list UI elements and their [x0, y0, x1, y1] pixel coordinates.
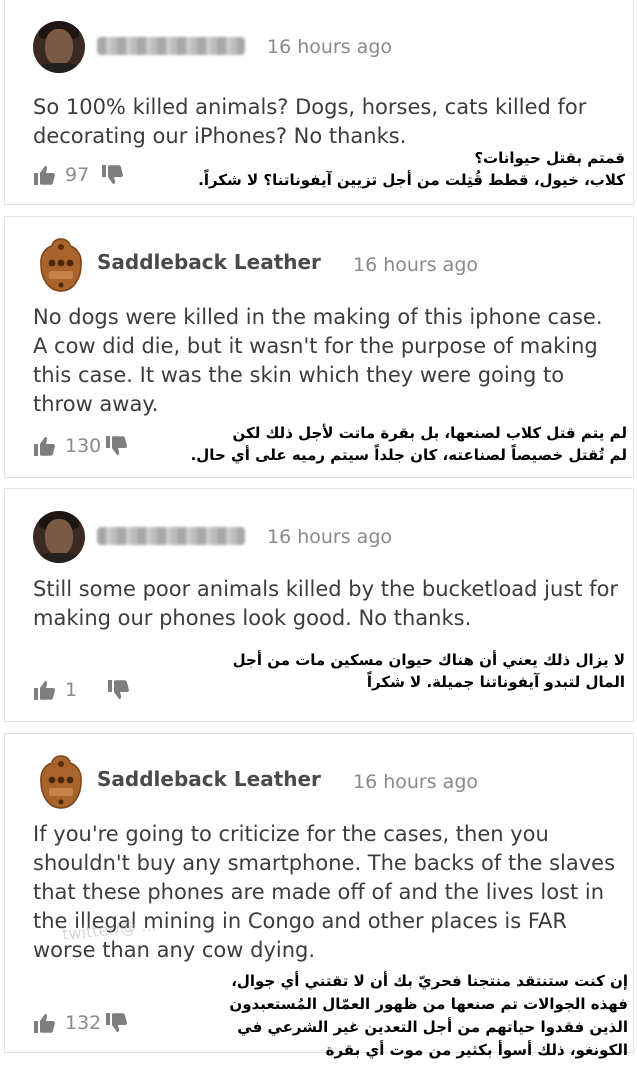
- arabic-translation: لم يتم قتل كلاب لصنعها، بل بقرة ماتت لأج…: [190, 424, 627, 464]
- thumbs-down-icon[interactable]: [107, 679, 131, 701]
- avatar-face: [45, 29, 73, 65]
- comment-actions: 1: [33, 679, 131, 701]
- user-avatar[interactable]: [33, 511, 85, 563]
- thumbs-down-icon[interactable]: [105, 1012, 129, 1034]
- thumbs-up-icon[interactable]: [33, 164, 57, 186]
- comment-author[interactable]: Saddleback Leather: [97, 767, 321, 791]
- arabic-translation: إن كنت ستنتقد منتجنا فحريّ بك أن لا تقتن…: [229, 972, 628, 1059]
- comment-author[interactable]: Saddleback Leather: [97, 250, 321, 274]
- comment-body: No dogs were killed in the making of thi…: [33, 305, 603, 416]
- arabic-translation: لا يزال ذلك يعني أن هناك حيوان مسكين مات…: [232, 651, 625, 691]
- comment-time: 16 hours ago: [267, 526, 393, 548]
- comment-time: 16 hours ago: [267, 36, 393, 58]
- comment-body: Still some poor animals killed by the bu…: [33, 577, 619, 630]
- comment-card: 16 hours ago So 100% killed animals? Dog…: [4, 0, 634, 205]
- thumbs-up-icon[interactable]: [33, 1012, 57, 1034]
- thumbs-up-icon[interactable]: [33, 679, 57, 701]
- avatar-shirt: [35, 63, 83, 73]
- like-count: 1: [65, 679, 78, 701]
- comment-card: Saddleback Leather 16 hours ago No dogs …: [4, 216, 634, 478]
- blurred-username[interactable]: [97, 37, 245, 55]
- comment-actions: 97: [33, 164, 125, 186]
- like-count: 132: [65, 1012, 102, 1034]
- thumbs-up-icon[interactable]: [33, 435, 57, 457]
- saddleback-logo-icon[interactable]: [37, 237, 85, 293]
- blurred-username[interactable]: [97, 527, 245, 545]
- user-avatar[interactable]: [33, 21, 85, 73]
- comment-time: 16 hours ago: [353, 771, 479, 793]
- like-count: 130: [65, 435, 102, 457]
- arabic-translation: قمتم بقتل حيوانات؟ كلاب، خيول، قطط قُتِل…: [198, 149, 625, 189]
- comment-actions: 132: [33, 1012, 129, 1034]
- comment-body: If you're going to criticize for the cas…: [33, 822, 616, 962]
- like-count: 97: [65, 164, 90, 186]
- comment-body: So 100% killed animals? Dogs, horses, ca…: [33, 95, 587, 148]
- avatar-shirt: [35, 553, 83, 563]
- comment-card: 16 hours ago Still some poor animals kil…: [4, 488, 634, 722]
- avatar-face: [45, 519, 73, 555]
- comment-time: 16 hours ago: [353, 254, 479, 276]
- saddleback-logo-icon[interactable]: [37, 754, 85, 810]
